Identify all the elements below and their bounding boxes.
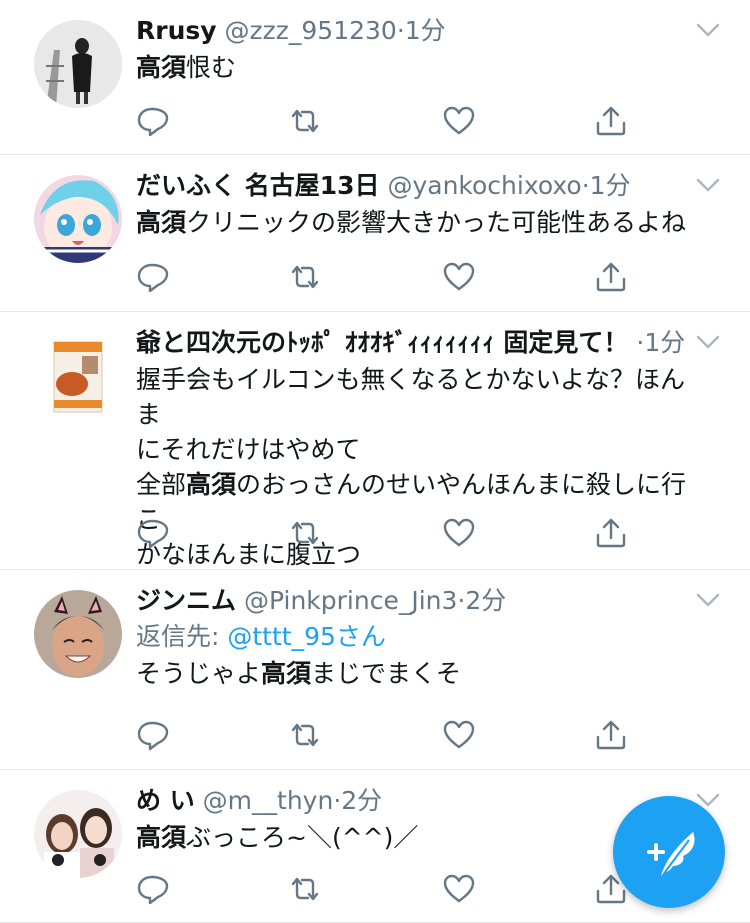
avatar[interactable]	[34, 175, 122, 263]
retweet-icon[interactable]	[288, 516, 322, 550]
share-icon[interactable]	[594, 260, 628, 294]
heart-icon[interactable]	[442, 516, 476, 550]
reply-to-label: 返信先:	[136, 622, 228, 651]
tweet[interactable]: だいふく 名古屋13日 @yankochixoxo·1分 高須クリニックの影響大き…	[0, 155, 750, 312]
timestamp[interactable]: 2分	[341, 786, 382, 815]
display-name[interactable]: ジンニム	[136, 586, 236, 615]
avatar-image	[34, 590, 122, 678]
user-handle[interactable]: @yankochixoxo	[387, 171, 581, 200]
separator-dot: ·	[396, 16, 405, 45]
compose-tweet-button[interactable]	[613, 796, 725, 908]
text-segment: まじでまくそ	[311, 659, 462, 688]
highlighted-term: 高須	[136, 208, 187, 237]
tweet-actions	[136, 872, 636, 906]
highlighted-term: 高須	[261, 659, 312, 688]
retweet-icon[interactable]	[288, 104, 322, 138]
tweet-text: 高須恨む	[136, 50, 698, 85]
share-icon[interactable]	[594, 104, 628, 138]
timestamp[interactable]: 1分	[590, 171, 631, 200]
timestamp[interactable]: 1分	[405, 16, 446, 45]
reply-icon[interactable]	[136, 104, 170, 138]
avatar[interactable]	[34, 20, 122, 108]
heart-icon[interactable]	[442, 718, 476, 752]
reply-icon[interactable]	[136, 872, 170, 906]
avatar-image	[34, 20, 122, 108]
user-handle[interactable]: @m__thyn	[203, 786, 334, 815]
retweet-icon[interactable]	[288, 718, 322, 752]
reply-icon[interactable]	[136, 516, 170, 550]
chevron-down-icon[interactable]	[696, 334, 720, 350]
display-name[interactable]: だいふく 名古屋13日	[136, 171, 380, 200]
avatar-image	[34, 175, 122, 263]
tweet-actions	[136, 260, 636, 294]
heart-icon[interactable]	[442, 260, 476, 294]
tweet-text-line: そうじゃよ高須まじでまくそ	[136, 656, 698, 691]
heart-icon[interactable]	[442, 872, 476, 906]
display-name[interactable]: Rrusy	[136, 16, 217, 45]
reply-icon[interactable]	[136, 718, 170, 752]
tweet[interactable]: ジンニム @Pinkprince_Jin3·2分 返信先: @tttt_95さんそ…	[0, 570, 750, 770]
chevron-down-icon[interactable]	[696, 22, 720, 38]
text-segment: ぶっころ~＼(^^)／	[186, 823, 419, 852]
compose-tweet-icon	[647, 832, 695, 879]
highlighted-term: 高須	[186, 470, 237, 499]
highlighted-term: 高須	[136, 823, 187, 852]
reply-icon[interactable]	[136, 260, 170, 294]
retweet-icon[interactable]	[288, 260, 322, 294]
chevron-down-icon[interactable]	[696, 592, 720, 608]
reply-mention-link[interactable]: @tttt_95さん	[227, 622, 386, 651]
share-icon[interactable]	[594, 718, 628, 752]
tweet-content: Rrusy @zzz_951230·1分 高須恨む	[136, 14, 698, 85]
tweet-content: ジンニム @Pinkprince_Jin3·2分 返信先: @tttt_95さんそ…	[136, 584, 698, 691]
text-segment: にそれだけはやめて	[136, 435, 361, 464]
tweet-text: そうじゃよ高須まじでまくそ	[136, 656, 698, 691]
text-segment: そうじゃよ	[136, 659, 262, 688]
avatar[interactable]	[34, 332, 122, 420]
text-segment: 全部	[136, 470, 187, 499]
tweet-header: 爺と四次元のﾄｯﾎﾟ ｵｵｵｷﾞｨｨｨｨｨｨｨ 固定見て！ ·1分	[136, 326, 698, 360]
timestamp[interactable]: 2分	[465, 586, 506, 615]
text-segment: クリニックの影響大きかった可能性あるよね	[186, 208, 687, 237]
text-segment: 恨む	[186, 53, 237, 82]
separator-dot: ·	[581, 171, 590, 200]
avatar[interactable]	[34, 590, 122, 678]
retweet-icon[interactable]	[288, 872, 322, 906]
tweet-content: だいふく 名古屋13日 @yankochixoxo·1分 高須クリニックの影響大き…	[136, 169, 698, 240]
share-icon[interactable]	[594, 516, 628, 550]
tweet[interactable]: Rrusy @zzz_951230·1分 高須恨む	[0, 0, 750, 155]
tweet[interactable]: 爺と四次元のﾄｯﾎﾟ ｵｵｵｷﾞｨｨｨｨｨｨｨ 固定見て！ ·1分握手会もイルコ…	[0, 312, 750, 570]
display-name[interactable]: め い	[136, 786, 195, 815]
reply-to-line: 返信先: @tttt_95さん	[136, 620, 698, 654]
tweet-text-line: 高須恨む	[136, 50, 698, 85]
tweet-header: Rrusy @zzz_951230·1分	[136, 14, 698, 48]
user-handle[interactable]: @Pinkprince_Jin3	[244, 586, 457, 615]
user-handle[interactable]: @zzz_951230	[225, 16, 397, 45]
text-segment: 握手会もイルコンも無くなるとかないよな？ほんま	[136, 365, 686, 429]
timestamp[interactable]: 1分	[644, 328, 685, 357]
avatar-image	[34, 332, 122, 420]
tweet-text-line: 握手会もイルコンも無くなるとかないよな？ほんま	[136, 362, 698, 432]
tweet-text: 高須クリニックの影響大きかった可能性あるよね	[136, 205, 698, 240]
tweet-actions	[136, 104, 636, 138]
display-name[interactable]: 爺と四次元のﾄｯﾎﾟ ｵｵｵｷﾞｨｨｨｨｨｨｨ 固定見て！	[136, 328, 628, 357]
tweet-text-line: にそれだけはやめて	[136, 432, 698, 467]
heart-icon[interactable]	[442, 104, 476, 138]
avatar-image	[34, 790, 122, 878]
tweet-text-line: 高須クリニックの影響大きかった可能性あるよね	[136, 205, 698, 240]
chevron-down-icon[interactable]	[696, 177, 720, 193]
tweet-header: だいふく 名古屋13日 @yankochixoxo·1分	[136, 169, 698, 203]
tweet-header: ジンニム @Pinkprince_Jin3·2分	[136, 584, 698, 618]
tweet-actions	[136, 516, 636, 550]
tweet-actions	[136, 718, 636, 752]
avatar[interactable]	[34, 790, 122, 878]
highlighted-term: 高須	[136, 53, 187, 82]
